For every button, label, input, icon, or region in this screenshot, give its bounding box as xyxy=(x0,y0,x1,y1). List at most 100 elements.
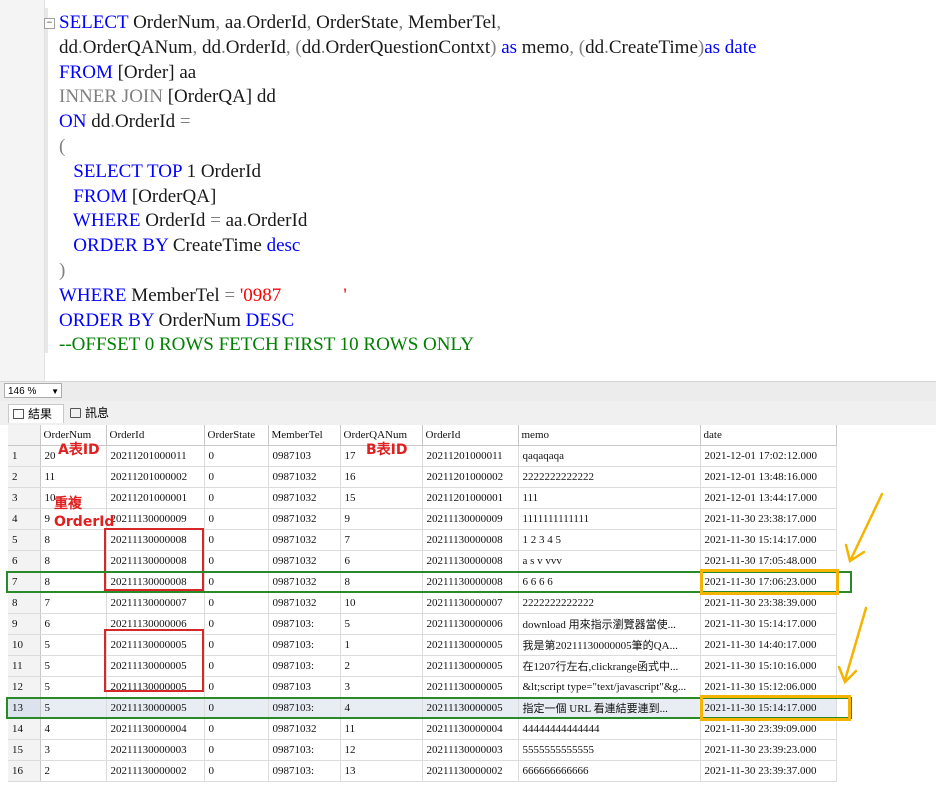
table-cell[interactable]: 2021-11-30 23:38:39.000 xyxy=(700,592,837,614)
table-cell[interactable]: 20211130000003 xyxy=(422,739,519,761)
table-cell[interactable]: 20211130000005 xyxy=(422,676,519,698)
row-number[interactable]: 3 xyxy=(8,487,41,509)
row-number[interactable]: 10 xyxy=(8,634,41,656)
table-cell[interactable]: 20211130000009 xyxy=(422,508,519,530)
table-cell[interactable]: 0 xyxy=(204,445,269,467)
table-cell[interactable]: 在1207行左右,clickrange函式中... xyxy=(518,655,701,677)
table-cell[interactable]: 5 xyxy=(40,634,107,656)
column-header[interactable]: OrderId xyxy=(422,425,519,446)
table-cell[interactable]: 1 2 3 4 5 xyxy=(518,529,701,551)
table-cell[interactable]: 0987103: xyxy=(268,634,341,656)
table-cell[interactable]: 2021-11-30 23:39:37.000 xyxy=(700,760,837,782)
table-cell[interactable]: 15 xyxy=(340,487,423,509)
row-number[interactable]: 6 xyxy=(8,550,41,572)
table-cell[interactable]: 0987103: xyxy=(268,760,341,782)
table-cell[interactable]: 20211130000002 xyxy=(106,760,205,782)
table-cell[interactable]: 2021-11-30 15:14:17.000 xyxy=(700,529,837,551)
table-cell[interactable]: 20211201000002 xyxy=(106,466,205,488)
column-header[interactable]: memo xyxy=(518,425,701,446)
table-cell[interactable]: 6 xyxy=(40,613,107,635)
table-cell[interactable]: 2021-12-01 13:44:17.000 xyxy=(700,487,837,509)
table-cell[interactable]: 2 xyxy=(340,655,423,677)
table-cell[interactable]: 20211201000011 xyxy=(106,445,205,467)
table-cell[interactable]: 20211130000008 xyxy=(422,550,519,572)
table-cell[interactable]: 09871032 xyxy=(268,592,341,614)
table-cell[interactable]: 0 xyxy=(204,508,269,530)
table-cell[interactable]: 20211130000002 xyxy=(422,760,519,782)
sql-editor[interactable]: − SELECT OrderNum, aa.OrderId, OrderStat… xyxy=(0,0,936,381)
table-cell[interactable]: 12 xyxy=(340,739,423,761)
table-cell[interactable]: 20211130000008 xyxy=(422,529,519,551)
row-number[interactable]: 5 xyxy=(8,529,41,551)
zoom-dropdown[interactable]: 146 % ▼ xyxy=(4,383,62,398)
collapse-toggle-icon[interactable]: − xyxy=(44,18,55,29)
row-number[interactable]: 16 xyxy=(8,760,41,782)
table-cell[interactable]: 4 xyxy=(40,718,107,740)
table-cell[interactable]: 0 xyxy=(204,676,269,698)
table-cell[interactable]: 2 xyxy=(40,760,107,782)
table-row[interactable]: 16 2 20211130000002 0 0987103: 13 202111300000… xyxy=(8,760,837,782)
table-cell[interactable]: 20211130000004 xyxy=(422,718,519,740)
table-row[interactable]: 4 9 20211130000009 0 09871032 9 20211130000009… xyxy=(8,508,837,530)
table-cell[interactable]: 11 xyxy=(40,466,107,488)
table-row[interactable]: 3 10 20211201000001 0 09871032 15 202112010000… xyxy=(8,487,837,509)
table-cell[interactable]: 0 xyxy=(204,550,269,572)
row-number[interactable]: 4 xyxy=(8,508,41,530)
table-cell[interactable]: 7 xyxy=(340,529,423,551)
table-cell[interactable]: 0 xyxy=(204,487,269,509)
table-cell[interactable]: 20211130000005 xyxy=(422,634,519,656)
table-cell[interactable]: 8 xyxy=(40,529,107,551)
table-cell[interactable]: 20211130000007 xyxy=(422,592,519,614)
table-cell[interactable]: 20211130000006 xyxy=(422,613,519,635)
table-cell[interactable]: 20211201000001 xyxy=(422,487,519,509)
table-cell[interactable]: a s v vvv xyxy=(518,550,701,572)
table-cell[interactable]: 3 xyxy=(340,676,423,698)
row-number[interactable]: 15 xyxy=(8,739,41,761)
table-cell[interactable]: 111 xyxy=(518,487,701,509)
table-cell[interactable]: 20211130000009 xyxy=(106,508,205,530)
table-cell[interactable]: 20211130000004 xyxy=(106,718,205,740)
table-cell[interactable]: 20211130000003 xyxy=(106,739,205,761)
table-cell[interactable]: 09871032 xyxy=(268,508,341,530)
table-cell[interactable]: 5 xyxy=(40,655,107,677)
table-cell[interactable]: 7 xyxy=(40,592,107,614)
tab-messages[interactable]: 訊息 xyxy=(66,404,122,423)
row-number[interactable]: 8 xyxy=(8,592,41,614)
table-cell[interactable]: 09871032 xyxy=(268,718,341,740)
table-cell[interactable]: download 用來指示瀏覽器當使... xyxy=(518,613,701,635)
table-cell[interactable]: 5 xyxy=(340,613,423,635)
table-cell[interactable]: 2021-11-30 23:39:09.000 xyxy=(700,718,837,740)
table-cell[interactable]: 20211130000005 xyxy=(422,655,519,677)
table-cell[interactable]: 11 xyxy=(340,718,423,740)
table-cell[interactable]: 666666666666 xyxy=(518,760,701,782)
sql-code[interactable]: SELECT OrderNum, aa.OrderId, OrderState,… xyxy=(59,11,756,358)
table-row[interactable]: 2 11 20211201000002 0 09871032 16 202112010000… xyxy=(8,466,837,488)
table-cell[interactable]: 我是第20211130000005筆的QA... xyxy=(518,634,701,656)
table-cell[interactable]: 2222222222222 xyxy=(518,466,701,488)
table-cell[interactable]: 2021-11-30 14:40:17.000 xyxy=(700,634,837,656)
table-cell[interactable]: 20211201000001 xyxy=(106,487,205,509)
table-cell[interactable]: 8 xyxy=(40,550,107,572)
table-cell[interactable]: 2021-11-30 23:39:23.000 xyxy=(700,739,837,761)
row-number[interactable]: 11 xyxy=(8,655,41,677)
table-cell[interactable]: 5 xyxy=(40,676,107,698)
column-header[interactable]: date xyxy=(700,425,837,446)
row-number[interactable]: 14 xyxy=(8,718,41,740)
table-row[interactable]: 14 4 20211130000004 0 09871032 11 202111300000… xyxy=(8,718,837,740)
table-cell[interactable]: 20211130000007 xyxy=(106,592,205,614)
table-cell[interactable]: qaqaqaqa xyxy=(518,445,701,467)
table-cell[interactable]: 2021-12-01 13:48:16.000 xyxy=(700,466,837,488)
table-cell[interactable]: 1 xyxy=(340,634,423,656)
row-number[interactable]: 1 xyxy=(8,445,41,467)
table-cell[interactable]: 0987103: xyxy=(268,613,341,635)
table-cell[interactable]: 0 xyxy=(204,466,269,488)
row-number[interactable]: 12 xyxy=(8,676,41,698)
table-cell[interactable]: 0 xyxy=(204,613,269,635)
table-cell[interactable]: 2021-11-30 23:38:17.000 xyxy=(700,508,837,530)
table-cell[interactable]: 0 xyxy=(204,760,269,782)
table-cell[interactable]: 2021-12-01 17:02:12.000 xyxy=(700,445,837,467)
table-cell[interactable]: 0 xyxy=(204,529,269,551)
table-cell[interactable]: 0987103 xyxy=(268,445,341,467)
table-cell[interactable]: 10 xyxy=(340,592,423,614)
table-cell[interactable]: 09871032 xyxy=(268,466,341,488)
